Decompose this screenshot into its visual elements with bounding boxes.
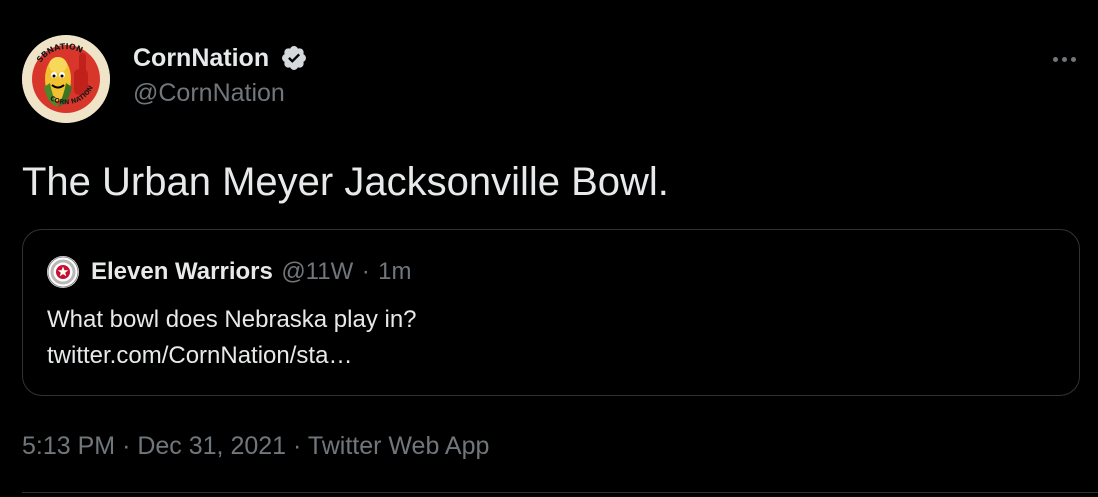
- divider: [22, 492, 1098, 493]
- meta-separator: ·: [293, 432, 302, 460]
- quoted-tweet-text: What bowl does Nebraska play in? twitter…: [47, 302, 417, 374]
- quoted-link[interactable]: twitter.com/CornNation/sta…: [47, 338, 417, 374]
- author-avatar[interactable]: SBNATION CORN NATION: [22, 35, 110, 123]
- meta-separator: ·: [122, 432, 131, 460]
- eleven-warriors-logo-icon: [47, 256, 79, 288]
- quoted-author-avatar[interactable]: [47, 256, 79, 288]
- quoted-handle[interactable]: @11W: [281, 258, 353, 285]
- corn-nation-logo-icon: SBNATION CORN NATION: [22, 35, 110, 123]
- more-options-icon[interactable]: [1046, 44, 1082, 74]
- tweet: SBNATION CORN NATION CornNation @CornNat…: [0, 0, 1098, 497]
- quoted-separator: ·: [361, 258, 370, 285]
- author-handle[interactable]: @CornNation: [133, 77, 308, 109]
- author-display-name[interactable]: CornNation: [133, 40, 269, 76]
- quoted-text-line: What bowl does Nebraska play in?: [47, 306, 417, 333]
- author-info: CornNation @CornNation: [133, 40, 308, 109]
- quoted-time[interactable]: 1m: [378, 258, 411, 285]
- verified-badge-icon: [281, 46, 306, 70]
- tweet-date[interactable]: Dec 31, 2021: [137, 432, 286, 460]
- quoted-display-name[interactable]: Eleven Warriors: [91, 258, 273, 285]
- quoted-tweet[interactable]: Eleven Warriors @11W · 1m What bowl does…: [22, 229, 1080, 396]
- tweet-source[interactable]: Twitter Web App: [308, 432, 490, 460]
- tweet-text: The Urban Meyer Jacksonville Bowl.: [22, 160, 669, 204]
- tweet-time[interactable]: 5:13 PM: [22, 432, 115, 460]
- tweet-metadata: 5:13 PM · Dec 31, 2021 · Twitter Web App: [22, 429, 489, 463]
- quoted-tweet-header: Eleven Warriors @11W · 1m: [91, 256, 412, 291]
